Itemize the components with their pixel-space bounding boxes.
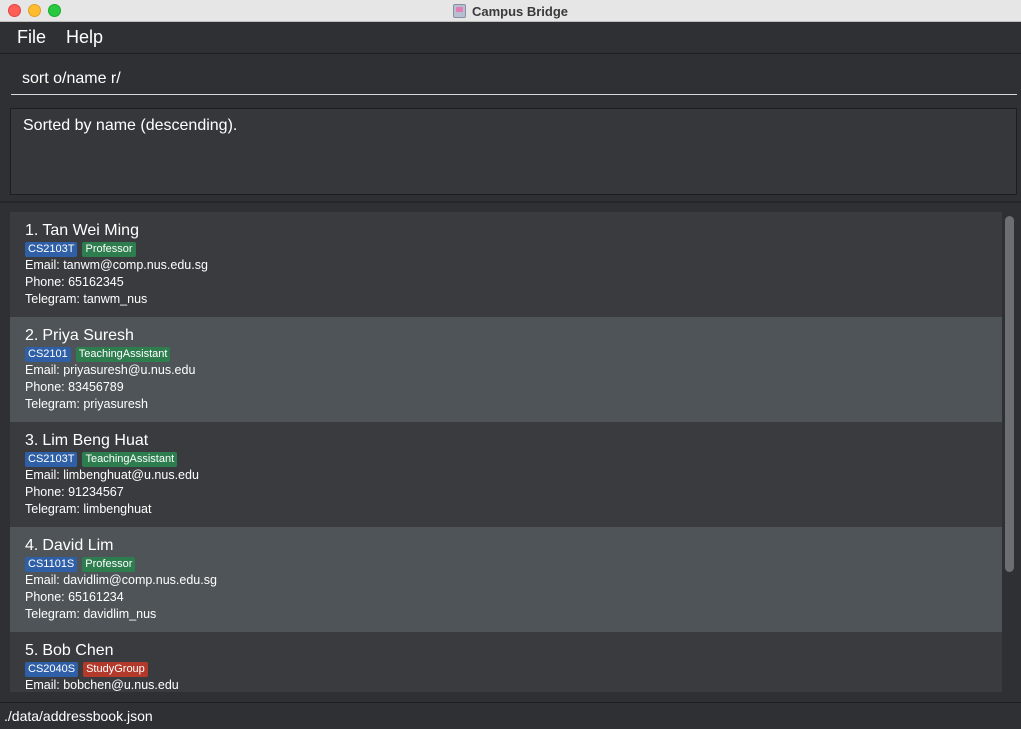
menu-bar: File Help (0, 22, 1021, 54)
divider (0, 201, 1021, 203)
contact-index: 5. (25, 642, 39, 659)
module-tag: CS2101 (25, 347, 71, 362)
group-tag: StudyGroup (83, 662, 148, 677)
module-tag: CS2040S (25, 662, 79, 677)
contact-name-row: 1. Tan Wei Ming (25, 222, 987, 240)
contact-card[interactable]: 5. Bob Chen CS2040S StudyGroup Email: bo… (10, 632, 1002, 692)
contact-list[interactable]: 1. Tan Wei Ming CS2103T Professor Email:… (10, 212, 1017, 692)
role-tag: TeachingAssistant (82, 452, 178, 467)
contact-name-row: 4. David Lim (25, 537, 987, 555)
contact-telegram: Telegram: tanwm_nus (25, 292, 148, 306)
contact-name-row: 3. Lim Beng Huat (25, 432, 987, 450)
window-title: Campus Bridge (471, 3, 569, 19)
app-icon (452, 4, 466, 18)
contact-name-row: 5. Bob Chen (25, 642, 987, 660)
contact-telegram: Telegram: priyasuresh (25, 397, 148, 411)
contact-telegram: Telegram: limbenghuat (25, 502, 152, 516)
status-bar: ./data/addressbook.json (0, 702, 1021, 729)
tag-list: CS2040S StudyGroup (25, 662, 987, 677)
command-input[interactable] (11, 63, 1017, 95)
contact-email: Email: davidlim@comp.nus.edu.sg (25, 573, 217, 587)
contact-email: Email: priyasuresh@u.nus.edu (25, 363, 196, 377)
menu-help[interactable]: Help (66, 27, 103, 48)
contact-index: 3. (25, 432, 39, 449)
result-display: Sorted by name (descending). (10, 108, 1017, 195)
contact-name: Lim Beng Huat (42, 432, 149, 449)
contact-index: 1. (25, 222, 39, 239)
contact-name: Bob Chen (42, 642, 114, 659)
contact-card[interactable]: 2. Priya Suresh CS2101 TeachingAssistant… (10, 317, 1002, 422)
module-tag: CS1101S (25, 557, 78, 572)
contact-name: David Lim (42, 537, 114, 554)
window-title-group: Campus Bridge (0, 0, 1021, 22)
tag-list: CS1101S Professor (25, 557, 987, 572)
contact-card[interactable]: 4. David Lim CS1101S Professor Email: da… (10, 527, 1002, 632)
contact-email: Email: bobchen@u.nus.edu (25, 678, 179, 692)
contact-index: 2. (25, 327, 39, 344)
command-box (0, 55, 1021, 101)
list-scrollbar-thumb[interactable] (1005, 216, 1014, 572)
menu-file[interactable]: File (17, 27, 46, 48)
contact-telegram: Telegram: davidlim_nus (25, 607, 157, 621)
contact-name-row: 2. Priya Suresh (25, 327, 987, 345)
contact-index: 4. (25, 537, 39, 554)
contact-phone: Phone: 91234567 (25, 485, 124, 499)
tag-list: CS2101 TeachingAssistant (25, 347, 987, 362)
module-tag: CS2103T (25, 452, 78, 467)
title-bar: Campus Bridge (0, 0, 1021, 22)
module-tag: CS2103T (25, 242, 78, 257)
contact-card[interactable]: 1. Tan Wei Ming CS2103T Professor Email:… (10, 212, 1002, 317)
role-tag: Professor (82, 557, 136, 572)
contact-phone: Phone: 65162345 (25, 275, 124, 289)
data-file-path: ./data/addressbook.json (4, 708, 153, 724)
role-tag: TeachingAssistant (75, 347, 171, 362)
contact-name: Priya Suresh (42, 327, 134, 344)
contact-email: Email: limbenghuat@u.nus.edu (25, 468, 199, 482)
contact-card[interactable]: 3. Lim Beng Huat CS2103T TeachingAssista… (10, 422, 1002, 527)
role-tag: Professor (82, 242, 136, 257)
contact-phone: Phone: 83456789 (25, 380, 124, 394)
contact-email: Email: tanwm@comp.nus.edu.sg (25, 258, 208, 272)
contact-name: Tan Wei Ming (42, 222, 139, 239)
tag-list: CS2103T TeachingAssistant (25, 452, 987, 467)
contact-phone: Phone: 65161234 (25, 590, 124, 604)
result-message: Sorted by name (descending). (23, 117, 238, 134)
tag-list: CS2103T Professor (25, 242, 987, 257)
